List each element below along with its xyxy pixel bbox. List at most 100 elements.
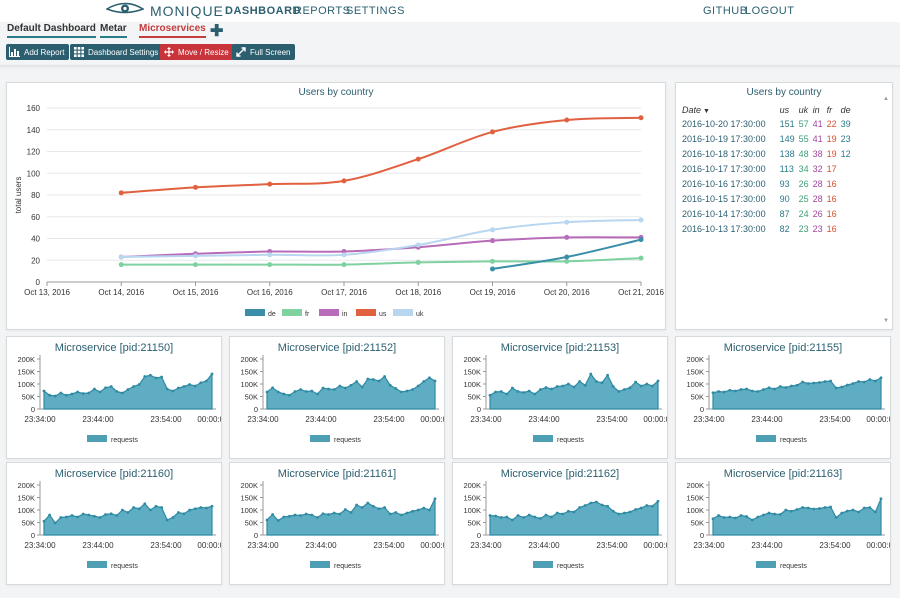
move-resize-label: Move / Resize (178, 47, 229, 57)
dashboard-settings-button[interactable]: Dashboard Settings (70, 44, 164, 60)
scroll-up-arrow-icon[interactable]: ▲ (883, 96, 889, 102)
nav-dashboard[interactable]: DASHBOARD (225, 5, 301, 17)
y-tick-label: 150K (463, 368, 481, 377)
move-resize-button[interactable]: Move / Resize (160, 44, 234, 60)
users-by-country-chart-panel: Users by country 0 20 40 60 80 100 120 140 160 Oc… (6, 82, 666, 330)
series-line-us (121, 116, 642, 194)
requests-point (433, 379, 437, 383)
requests-area-chart: 0 50K 100K 150K 200K 23:34:00 23:44:00 23:54:00… (463, 481, 667, 570)
tab-microservices[interactable]: Microservices (139, 23, 206, 38)
requests-point (750, 389, 754, 393)
logo[interactable]: MONIQUE (105, 2, 224, 21)
nav-github[interactable]: GITHUB (703, 5, 748, 17)
requests-point (53, 394, 57, 398)
users-by-country-line-chart: 0 20 40 60 80 100 120 140 160 Oct 13, 2016 Oct 14,… (14, 104, 664, 318)
column-header-uk[interactable]: uk (799, 105, 813, 117)
data-point-uk (267, 252, 273, 258)
add-tab-plus-icon[interactable]: ✚ (210, 21, 223, 41)
requests-area-chart: 0 50K 100K 150K 200K 23:34:00 23:44:00 23:54:00… (17, 481, 221, 570)
requests-point (93, 514, 96, 518)
requests-point (790, 509, 793, 513)
y-tick-label: 0 (700, 405, 704, 414)
nav-settings[interactable]: SETTINGS (346, 5, 405, 17)
requests-point (628, 386, 632, 390)
requests-point (98, 390, 102, 394)
data-point-de (638, 237, 644, 243)
y-tick-label: 20 (31, 256, 40, 265)
requests-point (567, 382, 570, 386)
requests-point (550, 387, 553, 391)
requests-point (606, 504, 609, 508)
data-point-fr (267, 262, 273, 268)
table-row: 2016-10-16 17:30:00 93 26 28 16 (682, 177, 855, 192)
table-cell-in: 23 (812, 224, 823, 234)
requests-point (533, 392, 537, 396)
tab-default-dashboard[interactable]: Default Dashboard (7, 23, 96, 38)
legend-swatch-us (356, 309, 376, 316)
y-tick-label: 50K (468, 519, 481, 528)
data-point-us (415, 156, 421, 162)
full-screen-button[interactable]: Full Screen (232, 44, 296, 60)
requests-area-chart: 0 50K 100K 150K 200K 23:34:00 23:44:00 23:54:00… (17, 355, 221, 444)
requests-point (98, 516, 102, 519)
x-tick-label: 23:34:00 (470, 415, 502, 424)
requests-area (489, 372, 659, 410)
y-tick-label: 0 (254, 531, 258, 540)
table-cell-us: 93 (779, 179, 790, 189)
requests-point (126, 511, 130, 514)
legend-label-requests: requests (111, 437, 138, 444)
column-header-fr[interactable]: fr (827, 105, 841, 117)
y-tick-label: 60 (31, 213, 40, 222)
requests-point (734, 516, 737, 520)
requests-point (316, 516, 319, 519)
bar-chart-icon (9, 47, 20, 58)
column-header-de[interactable]: de (841, 105, 855, 117)
scroll-down-arrow-icon[interactable]: ▼ (883, 318, 889, 324)
requests-point (405, 511, 409, 515)
nav-reports[interactable]: REPORTS (294, 5, 350, 17)
data-point-us (490, 129, 495, 135)
requests-point (840, 511, 844, 515)
requests-point (734, 389, 737, 393)
eye-logo-icon (105, 2, 145, 21)
table-cell-us: 151 (779, 119, 795, 129)
requests-point (87, 513, 91, 517)
data-point-uk (490, 227, 495, 233)
requests-point (416, 384, 420, 388)
requests-point (555, 511, 559, 515)
requests-point (293, 390, 297, 393)
requests-point (778, 385, 782, 388)
column-header-us[interactable]: us (780, 105, 799, 117)
x-tick-label: 23:44:00 (528, 541, 560, 550)
requests-point (372, 504, 375, 508)
y-tick-label: 150K (240, 494, 258, 503)
column-header-date[interactable]: Date ▼ (682, 105, 780, 117)
requests-point (639, 506, 643, 510)
nav-logout[interactable]: LOGOUT (745, 5, 794, 17)
requests-point (76, 390, 79, 394)
table-cell-us: 149 (779, 134, 795, 144)
requests-point (433, 497, 437, 501)
y-tick-label: 200K (17, 355, 35, 364)
legend-swatch-requests (756, 561, 776, 568)
table-cell-us: 87 (779, 209, 790, 219)
requests-point (293, 513, 297, 517)
tab-metar[interactable]: Metar (100, 23, 127, 38)
requests-area (712, 498, 882, 536)
requests-point (572, 385, 576, 389)
requests-point (400, 390, 403, 394)
y-tick-label: 0 (477, 405, 481, 414)
requests-point (778, 513, 782, 516)
table-cell-de (841, 222, 855, 237)
y-tick-label: 150K (240, 368, 258, 377)
requests-point (773, 387, 776, 391)
requests-point (762, 513, 765, 517)
add-report-button[interactable]: Add Report (6, 44, 70, 60)
column-header-in[interactable]: in (813, 105, 827, 117)
requests-point (70, 514, 74, 517)
requests-point (784, 508, 788, 512)
requests-point (756, 390, 760, 393)
x-tick-label: 00:00:00 (420, 541, 444, 550)
requests-point (59, 516, 63, 519)
requests-point (87, 391, 91, 395)
